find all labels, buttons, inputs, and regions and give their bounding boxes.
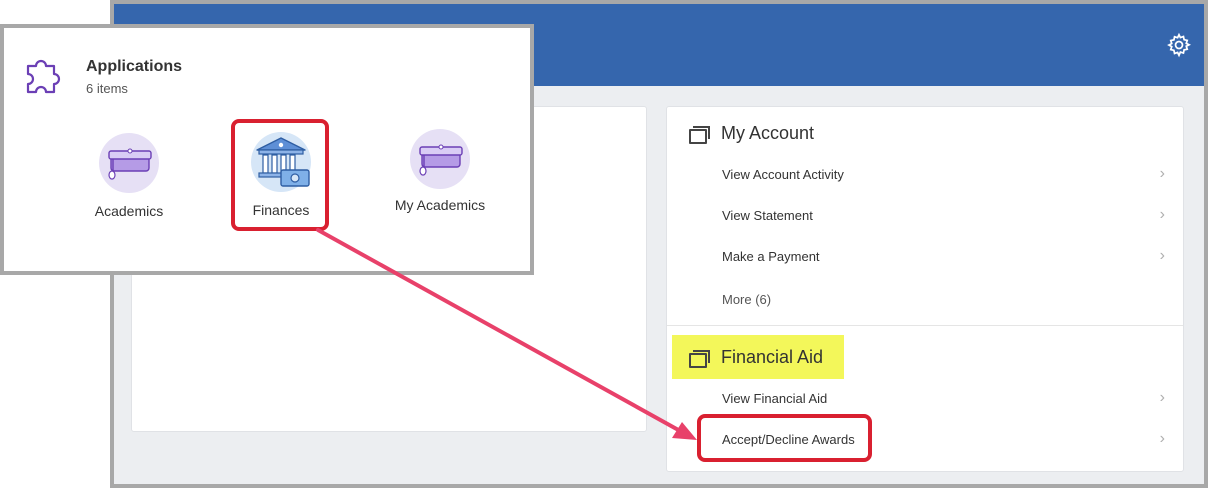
list-item-label: Make a Payment [722, 248, 820, 264]
list-item-label: View Financial Aid [722, 390, 828, 406]
popup-title: Applications [86, 58, 183, 75]
my-account-heading: My Account [689, 123, 814, 144]
chevron-right-icon: › [1159, 247, 1165, 264]
financial-aid-heading: Financial Aid [689, 347, 823, 368]
view-account-activity-link[interactable]: View Account Activity › [722, 164, 1165, 184]
chevron-right-icon: › [1159, 430, 1165, 447]
popup-subtitle: 6 items [86, 81, 128, 96]
tile-label: My Academics [394, 197, 486, 213]
section-divider [667, 325, 1183, 326]
gear-icon[interactable] [1166, 32, 1192, 58]
make-a-payment-link[interactable]: Make a Payment › [722, 246, 1165, 266]
my-account-title: My Account [721, 123, 815, 143]
my-academics-tile[interactable]: My Academics [390, 129, 490, 213]
list-item-label: View Statement [722, 207, 813, 223]
chevron-right-icon: › [1159, 165, 1165, 182]
tile-label: Academics [94, 203, 164, 219]
chevron-right-icon: › [1159, 206, 1165, 223]
windows-icon [689, 125, 710, 144]
list-item-label: View Account Activity [722, 166, 844, 182]
more-link[interactable]: More (6) [722, 292, 771, 307]
chevron-right-icon: › [1159, 389, 1165, 406]
graduation-cap-icon [410, 129, 470, 189]
accept-decline-callout-box [697, 414, 872, 462]
financial-aid-title: Financial Aid [721, 347, 824, 367]
screenshot-stage: My Account View Account Activity › View … [0, 0, 1208, 488]
windows-icon [689, 349, 710, 368]
view-statement-link[interactable]: View Statement › [722, 205, 1165, 225]
puzzle-icon [26, 59, 61, 94]
academics-tile[interactable]: Academics [94, 133, 164, 219]
finances-callout-box [231, 119, 329, 231]
graduation-cap-icon [99, 133, 159, 193]
view-financial-aid-link[interactable]: View Financial Aid › [722, 388, 1165, 408]
